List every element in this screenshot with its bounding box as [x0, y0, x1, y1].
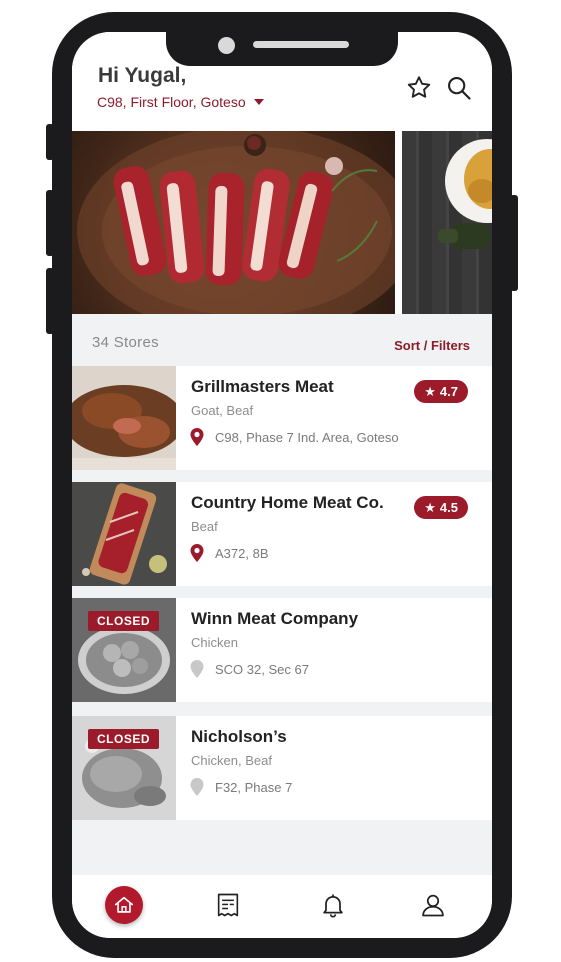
store-location: F32, Phase 7 [215, 780, 293, 795]
store-location: SCO 32, Sec 67 [215, 662, 309, 677]
favorites-button[interactable] [405, 74, 433, 102]
store-location: A372, 8B [215, 546, 269, 561]
store-category: Beaf [191, 519, 218, 534]
rating-badge: ★ 4.5 [414, 496, 468, 519]
star-filled-icon: ★ [424, 499, 436, 515]
closed-badge: CLOSED [88, 611, 160, 631]
store-name: Country Home Meat Co. [191, 493, 384, 512]
app-screen: Hi Yugal, C98, First Floor, Goteso 34 St… [72, 32, 492, 938]
notch [166, 32, 398, 66]
store-card[interactable]: CLOSED Nicholson’s Chicken, Beaf F32, Ph… [72, 716, 492, 820]
store-card[interactable]: CLOSED Winn Meat Company Chicken SCO 32,… [72, 598, 492, 702]
location-pin-icon [190, 660, 204, 678]
home-icon [114, 896, 134, 913]
store-name: Winn Meat Company [191, 609, 359, 628]
rating-value: 4.5 [439, 500, 458, 515]
store-name: Grillmasters Meat [191, 377, 334, 396]
store-category: Chicken, Beaf [191, 753, 272, 768]
raw-beef-image [72, 482, 176, 586]
tab-orders[interactable] [208, 885, 248, 925]
fried-food-image [438, 139, 492, 249]
closed-badge: CLOSED [88, 729, 160, 749]
user-icon [422, 894, 444, 917]
location-pin-icon [190, 428, 204, 446]
bell-icon [323, 894, 343, 918]
store-count: 34 Stores [92, 334, 159, 351]
delivery-address: C98, First Floor, Goteso [97, 94, 246, 110]
banner-slide-lamb-chops[interactable] [72, 131, 395, 314]
store-thumbnail: CLOSED [72, 716, 176, 820]
search-icon [448, 77, 471, 100]
search-button[interactable] [445, 74, 473, 102]
tab-notifications[interactable] [313, 885, 353, 925]
receipt-icon [217, 893, 239, 917]
rating-badge: ★ 4.7 [414, 380, 468, 403]
tab-home[interactable] [105, 886, 143, 924]
store-card[interactable]: Grillmasters Meat Goat, Beaf C98, Phase … [72, 366, 492, 470]
store-category: Chicken [191, 635, 238, 650]
power-button [510, 195, 518, 291]
speaker [253, 41, 349, 48]
sort-filters-button[interactable]: Sort / Filters [394, 338, 470, 353]
tab-profile[interactable] [413, 885, 453, 925]
mute-switch [46, 124, 54, 160]
store-card[interactable]: Country Home Meat Co. Beaf A372, 8B ★ 4.… [72, 482, 492, 586]
store-location: C98, Phase 7 Ind. Area, Goteso [215, 430, 399, 445]
roast-meat-image [72, 366, 176, 470]
lamb-chops-image [77, 131, 395, 314]
bottom-tab-bar [72, 875, 492, 938]
store-name: Nicholson’s [191, 727, 287, 746]
location-pin-icon [190, 544, 204, 562]
volume-up-button [46, 190, 54, 256]
store-thumbnail [72, 482, 176, 586]
store-thumbnail [72, 366, 176, 470]
star-icon [407, 76, 431, 98]
greeting-text: Hi Yugal, [98, 64, 187, 87]
store-category: Goat, Beaf [191, 403, 254, 418]
rating-value: 4.7 [439, 384, 458, 399]
volume-down-button [46, 268, 54, 334]
store-list-header: 34 Stores Sort / Filters [72, 314, 492, 366]
camera [218, 37, 235, 54]
location-pin-icon [190, 778, 204, 796]
star-filled-icon: ★ [424, 383, 436, 399]
delivery-address-selector[interactable]: C98, First Floor, Goteso [97, 94, 264, 110]
store-thumbnail: CLOSED [72, 598, 176, 702]
caret-down-icon [253, 99, 264, 105]
banner-slide-fried-food[interactable] [402, 131, 492, 314]
promo-banner-carousel[interactable] [72, 131, 492, 314]
